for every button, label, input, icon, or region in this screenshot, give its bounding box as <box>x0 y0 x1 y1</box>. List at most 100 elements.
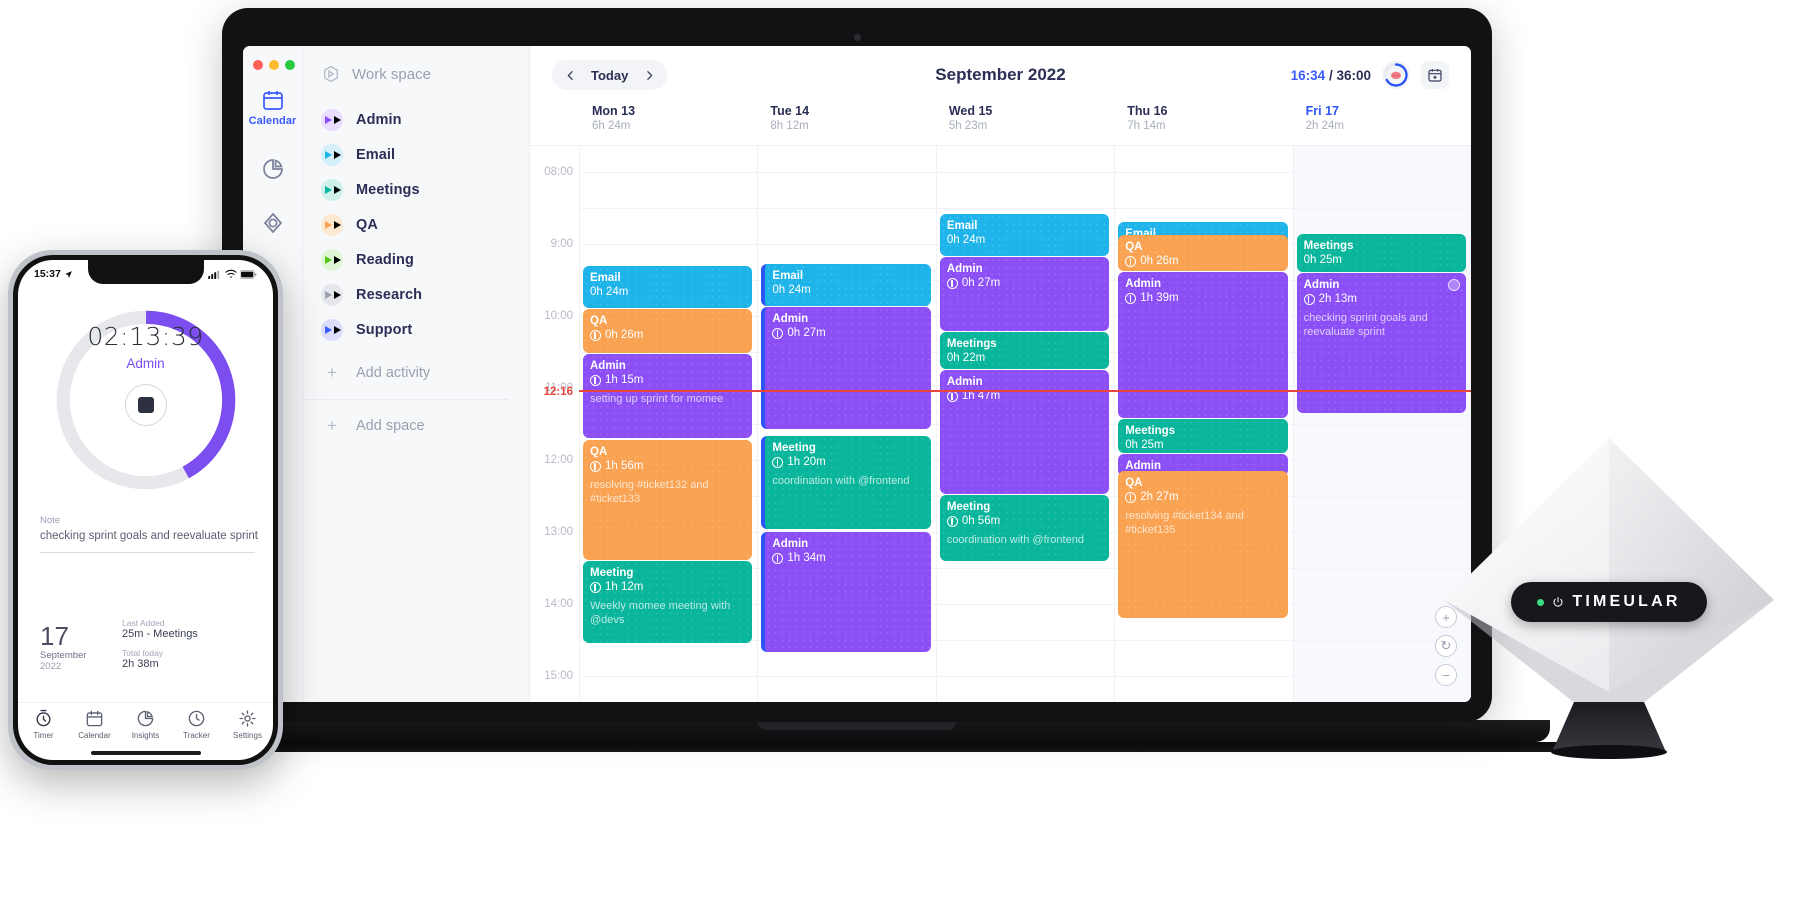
day-name: Wed 15 <box>948 104 993 118</box>
calendar-event[interactable]: Admin 1h 15m setting up sprint for momee <box>583 354 753 438</box>
calendar-event[interactable]: Email 0h 24m <box>761 264 931 306</box>
rail-label-calendar: Calendar <box>248 115 297 127</box>
day-header-0[interactable]: Mon 13 6h 24m <box>579 104 757 145</box>
next-week-button[interactable] <box>637 63 661 87</box>
phone-status-bar: 15:37 <box>18 266 273 282</box>
prev-week-button[interactable] <box>558 63 582 87</box>
add-activity-button[interactable]: + Add activity <box>321 356 529 390</box>
day-column-2[interactable]: Email 0h 24m Admin 0h 27m Meetings 0h 22m Admi… <box>935 146 1115 702</box>
zoom-out-button[interactable]: − <box>1435 664 1457 686</box>
home-indicator <box>90 751 201 755</box>
close-icon[interactable] <box>253 60 263 70</box>
phone-tab-label: Timer <box>33 731 54 740</box>
activity-item-qa[interactable]: QA <box>321 207 529 242</box>
activity-item-admin[interactable]: Admin <box>321 102 529 137</box>
day-header-1[interactable]: Tue 14 8h 12m <box>757 104 935 145</box>
date-day: 17 <box>40 621 69 651</box>
calendar-event[interactable]: QA 2h 27m resolving #ticket134 and #ticket… <box>1118 471 1288 618</box>
day-header-4[interactable]: Fri 17 2h 24m <box>1293 104 1471 145</box>
event-duration-row: 0h 24m <box>947 233 1102 248</box>
event-title: Meeting <box>590 567 634 579</box>
stop-timer-button[interactable] <box>124 384 167 426</box>
day-column-0[interactable]: Email 0h 24m QA 0h 26m Admin 1h 15m setting up… <box>579 146 758 702</box>
calendar-event[interactable]: Meeting 1h 12m Weekly momee meeting with @… <box>583 561 753 643</box>
play-arrow-icon <box>321 318 343 341</box>
zoom-reset-button[interactable]: ↻ <box>1435 635 1457 657</box>
activity-item-research[interactable]: Research <box>321 277 529 312</box>
calendar-event[interactable]: QA 0h 26m <box>583 309 753 353</box>
day-column-1[interactable]: Email 0h 24m Admin 0h 27m Meeting 1h 20m coord… <box>757 146 936 702</box>
billable-coin-icon <box>946 391 958 402</box>
calendar-event[interactable]: Meetings 0h 25m <box>1118 419 1288 453</box>
add-space-button[interactable]: + Add space <box>321 409 529 443</box>
rail-item-tracker[interactable] <box>261 211 285 235</box>
calendar-event[interactable]: Meetings 0h 25m <box>1296 234 1467 272</box>
location-arrow-icon <box>64 270 72 278</box>
event-title: Admin <box>946 263 983 275</box>
day-header-3[interactable]: Thu 16 7h 14m <box>1114 104 1292 145</box>
activity-item-meetings[interactable]: Meetings <box>321 172 529 207</box>
rail-item-calendar[interactable]: Calendar <box>249 88 297 127</box>
billable-coin-icon <box>772 328 784 339</box>
calendar-event[interactable]: Admin 0h 27m <box>939 257 1110 331</box>
calendar-event[interactable]: Email 0h 24m <box>939 214 1110 256</box>
event-title: QA <box>1125 477 1143 489</box>
calendar-event[interactable]: Admin 2h 13m checking sprint goals and ree… <box>1296 273 1467 413</box>
phone-screen: 15:37 02:13:39 Admin Note checking sprin… <box>18 260 273 760</box>
note-input[interactable]: checking sprint goals and reevaluate spr… <box>40 530 261 542</box>
event-duration: 1h 34m <box>787 552 826 564</box>
zoom-in-button[interactable]: + <box>1435 606 1457 628</box>
window-traffic-lights[interactable] <box>253 60 295 70</box>
calendar-event[interactable]: Meeting 0h 56m coordination with @frontend <box>939 495 1110 561</box>
calendar-event[interactable]: Admin 0h 27m <box>761 307 931 429</box>
rail-item-insights[interactable] <box>261 157 285 181</box>
phone-tab-label: Insights <box>131 731 160 740</box>
plus-icon: + <box>327 363 337 382</box>
event-title: QA <box>590 446 608 458</box>
phone-tab-settings[interactable]: Settings <box>222 709 273 760</box>
hexagon-icon <box>324 65 338 83</box>
event-note: resolving #ticket132 and #ticket133 <box>590 479 709 505</box>
calendar-event[interactable]: Email 0h 24m <box>583 266 753 308</box>
play-triangle-icon <box>325 115 332 124</box>
activity-item-email[interactable]: Email <box>321 137 529 172</box>
activity-label: Reading <box>356 251 414 268</box>
event-duration: 0h 25m <box>1125 439 1164 451</box>
progress-ring-button[interactable] <box>1382 61 1410 89</box>
calendar-event[interactable]: QA 1h 56m resolving #ticket132 and #ticket… <box>583 440 753 560</box>
power-icon <box>1553 597 1563 607</box>
activity-item-support[interactable]: Support <box>321 312 529 347</box>
maximize-icon[interactable] <box>285 60 295 70</box>
activity-label: Research <box>356 286 423 303</box>
calendar-event[interactable]: Meetings 0h 22m <box>939 332 1110 369</box>
workspace-label: Work space <box>352 65 431 83</box>
hours-gutter-spacer <box>530 104 579 145</box>
event-duration-row: 1h 20m <box>772 455 923 470</box>
event-title: Admin <box>1303 279 1340 291</box>
phone-tab-timer[interactable]: Timer <box>18 709 69 760</box>
tracker-icon <box>188 710 205 727</box>
workspace-header[interactable]: Work space <box>321 64 529 84</box>
hour-label: 9:00 <box>550 238 573 250</box>
calendar-event[interactable]: QA 0h 26m <box>1118 235 1288 271</box>
calendar-event[interactable]: Admin 1h 34m <box>761 532 931 652</box>
day-column-3[interactable]: Email QA 0h 26m Admin 1h 39m Meetings 0h 25m Ad… <box>1114 146 1293 702</box>
day-header-2[interactable]: Wed 15 5h 23m <box>936 104 1114 145</box>
calendar-event[interactable]: Admin 1h 39m <box>1118 272 1288 418</box>
billable-coin-icon <box>1125 492 1137 503</box>
add-event-button[interactable] <box>1421 61 1449 89</box>
activity-item-reading[interactable]: Reading <box>321 242 529 277</box>
app-window: Calendar Work space Admin Email Meetings… <box>243 46 1471 702</box>
day-name: Fri 17 <box>1305 104 1339 118</box>
note-underline <box>40 552 255 553</box>
hour-label: 14:00 <box>544 598 573 610</box>
calendar-event[interactable]: Meeting 1h 20m coordination with @frontend <box>761 436 931 529</box>
event-duration: 0h 27m <box>787 327 826 339</box>
event-duration-row: 1h 12m <box>590 580 745 595</box>
chevron-right-icon <box>647 70 653 80</box>
calendar-event[interactable]: Admin 1h 47m <box>939 370 1110 494</box>
add-space-label: Add space <box>356 418 425 434</box>
minimize-icon[interactable] <box>269 60 279 70</box>
event-duration-row: 1h 34m <box>772 551 923 566</box>
today-button[interactable]: Today <box>584 68 635 83</box>
